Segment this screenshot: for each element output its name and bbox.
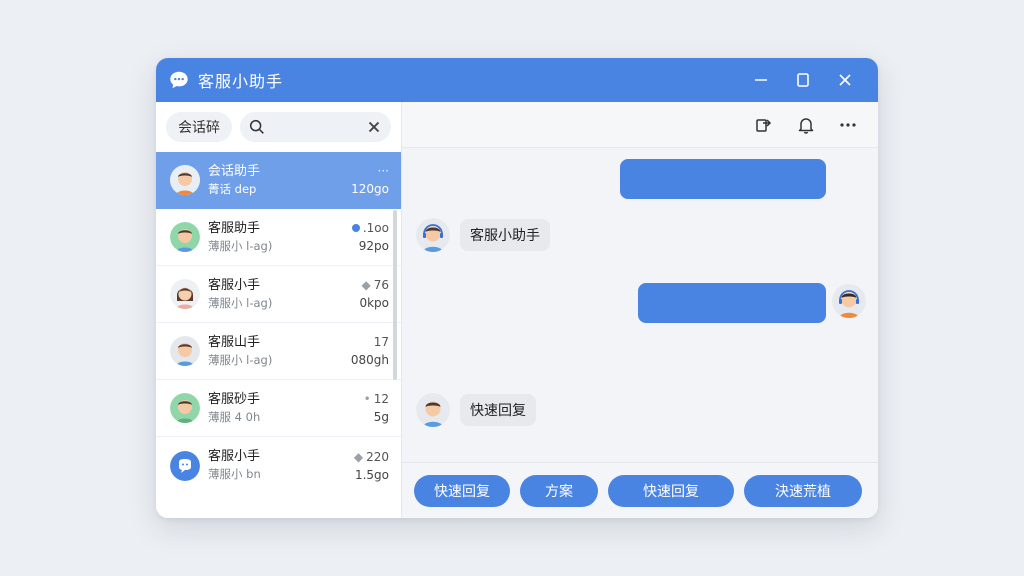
bot-logo-icon	[170, 450, 200, 481]
conversation-name: 会话助手	[208, 163, 261, 179]
conversation-time: 5g	[373, 410, 389, 424]
avatar	[170, 336, 200, 366]
conversation-item[interactable]: 客服山手 薄服小 l-ag) 17 080gh	[156, 323, 401, 380]
conversation-name: 客服砂手	[208, 391, 261, 407]
agent-avatar	[832, 284, 866, 318]
clear-icon[interactable]	[365, 118, 383, 136]
sidebar-scrollbar[interactable]	[393, 210, 397, 380]
conversation-item[interactable]: 会话助手 菁话 dep ··· 120go	[156, 152, 401, 209]
quick-reply-bar: 快速回复 方案 快速回复 決速荒植	[402, 462, 878, 518]
avatar	[170, 165, 200, 195]
maximize-icon	[797, 73, 809, 87]
conversation-meta: ···	[377, 164, 389, 178]
chat-panel: 客服小助手 快速回复 快速回复 方案 快速回复 決速荒植	[402, 102, 878, 518]
conversation-item[interactable]: 客服助手 薄服小 l-ag) .1oo 92po	[156, 209, 401, 266]
avatar-boy-icon	[170, 393, 200, 423]
more-button[interactable]	[830, 107, 866, 143]
conversation-item[interactable]: 客服小手 薄服小 l-ag) ◆ 76 0kpo	[156, 266, 401, 323]
avatar-boy-icon	[170, 336, 200, 366]
conversation-name: 客服山手	[208, 334, 261, 350]
conversation-time: 0kpo	[359, 296, 389, 310]
avatar-boy-icon	[170, 222, 200, 252]
close-button[interactable]	[824, 58, 866, 102]
message-area: 客服小助手 快速回复	[402, 148, 878, 462]
conversation-time: 1.5go	[354, 467, 389, 482]
conversation-preview: 薄服 4 0h	[208, 409, 261, 424]
conversation-time: 120go	[351, 182, 389, 196]
avatar	[170, 279, 200, 309]
conversation-preview: 薄服小 l-ag)	[208, 238, 273, 253]
notification-button[interactable]	[788, 107, 824, 143]
avatar-boy-icon	[416, 393, 450, 427]
avatar-boy-icon	[170, 165, 200, 195]
minimize-icon	[755, 79, 767, 81]
transfer-button[interactable]	[746, 107, 782, 143]
quick-reply-button[interactable]: 方案	[520, 474, 598, 507]
search-box[interactable]	[240, 112, 391, 142]
incoming-message-bubble: 客服小助手	[460, 219, 550, 251]
conversation-name: 客服小手	[208, 277, 261, 293]
chat-toolbar	[402, 102, 878, 148]
conversation-time: 92po	[358, 239, 389, 253]
conversation-list: 会话助手 菁话 dep ··· 120go 客服助手 薄服小 l-ag) .1o…	[156, 152, 401, 494]
conversation-item[interactable]: 客服砂手 薄服 4 0h • 12 5g	[156, 380, 401, 437]
app-title: 客服小助手	[198, 72, 284, 91]
headset-agent-icon	[832, 284, 866, 318]
title-bar: 客服小助手	[156, 58, 878, 102]
bell-icon	[798, 117, 814, 134]
chat-bubble-icon	[170, 71, 188, 89]
more-icon	[840, 122, 856, 127]
conversation-meta: 17	[373, 335, 389, 349]
conversation-preview: 薄服小 bn	[208, 467, 261, 481]
conversation-sidebar: 会话碎 会话助手 菁话 dep ··· 120go 客服助手 薄服小 l-ag)…	[156, 102, 402, 518]
unread-dot	[351, 224, 360, 232]
headset-agent-icon	[416, 218, 450, 252]
close-icon	[839, 74, 851, 86]
transfer-icon	[756, 118, 772, 132]
conversation-meta: 76	[373, 278, 389, 292]
conversation-meta: 220	[366, 449, 389, 464]
conversation-preview: 薄服小 l-ag)	[208, 295, 273, 310]
conversation-item[interactable]: 客服小手 薄服小 bn ◆ 220 1.5go	[156, 437, 401, 494]
avatar-girl-icon	[170, 279, 200, 309]
outgoing-message-bubble	[638, 283, 826, 323]
outgoing-message-bubble	[620, 159, 826, 199]
search-input[interactable]	[270, 119, 361, 135]
avatar	[170, 450, 200, 481]
conversation-preview: 薄服小 l-ag)	[208, 352, 273, 367]
search-icon	[249, 119, 264, 134]
conversation-name: 客服小手	[208, 449, 261, 464]
app-window: 客服小助手 会话碎 会话助手 菁话 dep ··· 120go 客服助手 薄服小…	[156, 58, 878, 518]
quick-reply-button[interactable]: 快速回复	[608, 474, 734, 507]
quick-reply-button[interactable]: 決速荒植	[744, 474, 862, 507]
incoming-message-bubble: 快速回复	[460, 394, 536, 426]
conversation-preview: 菁话 dep	[208, 181, 257, 196]
conversation-meta: 12	[373, 392, 389, 406]
agent-avatar	[416, 218, 450, 252]
conversation-time: 080gh	[350, 353, 389, 367]
agent-avatar	[416, 393, 450, 427]
avatar	[170, 222, 200, 252]
avatar	[170, 393, 200, 423]
conversation-name: 客服助手	[208, 220, 261, 236]
conversation-meta: .1oo	[362, 221, 389, 235]
minimize-button[interactable]	[740, 58, 782, 102]
maximize-button[interactable]	[782, 58, 824, 102]
quick-reply-button[interactable]: 快速回复	[414, 474, 510, 507]
conversation-filter-button[interactable]: 会话碎	[166, 112, 232, 142]
